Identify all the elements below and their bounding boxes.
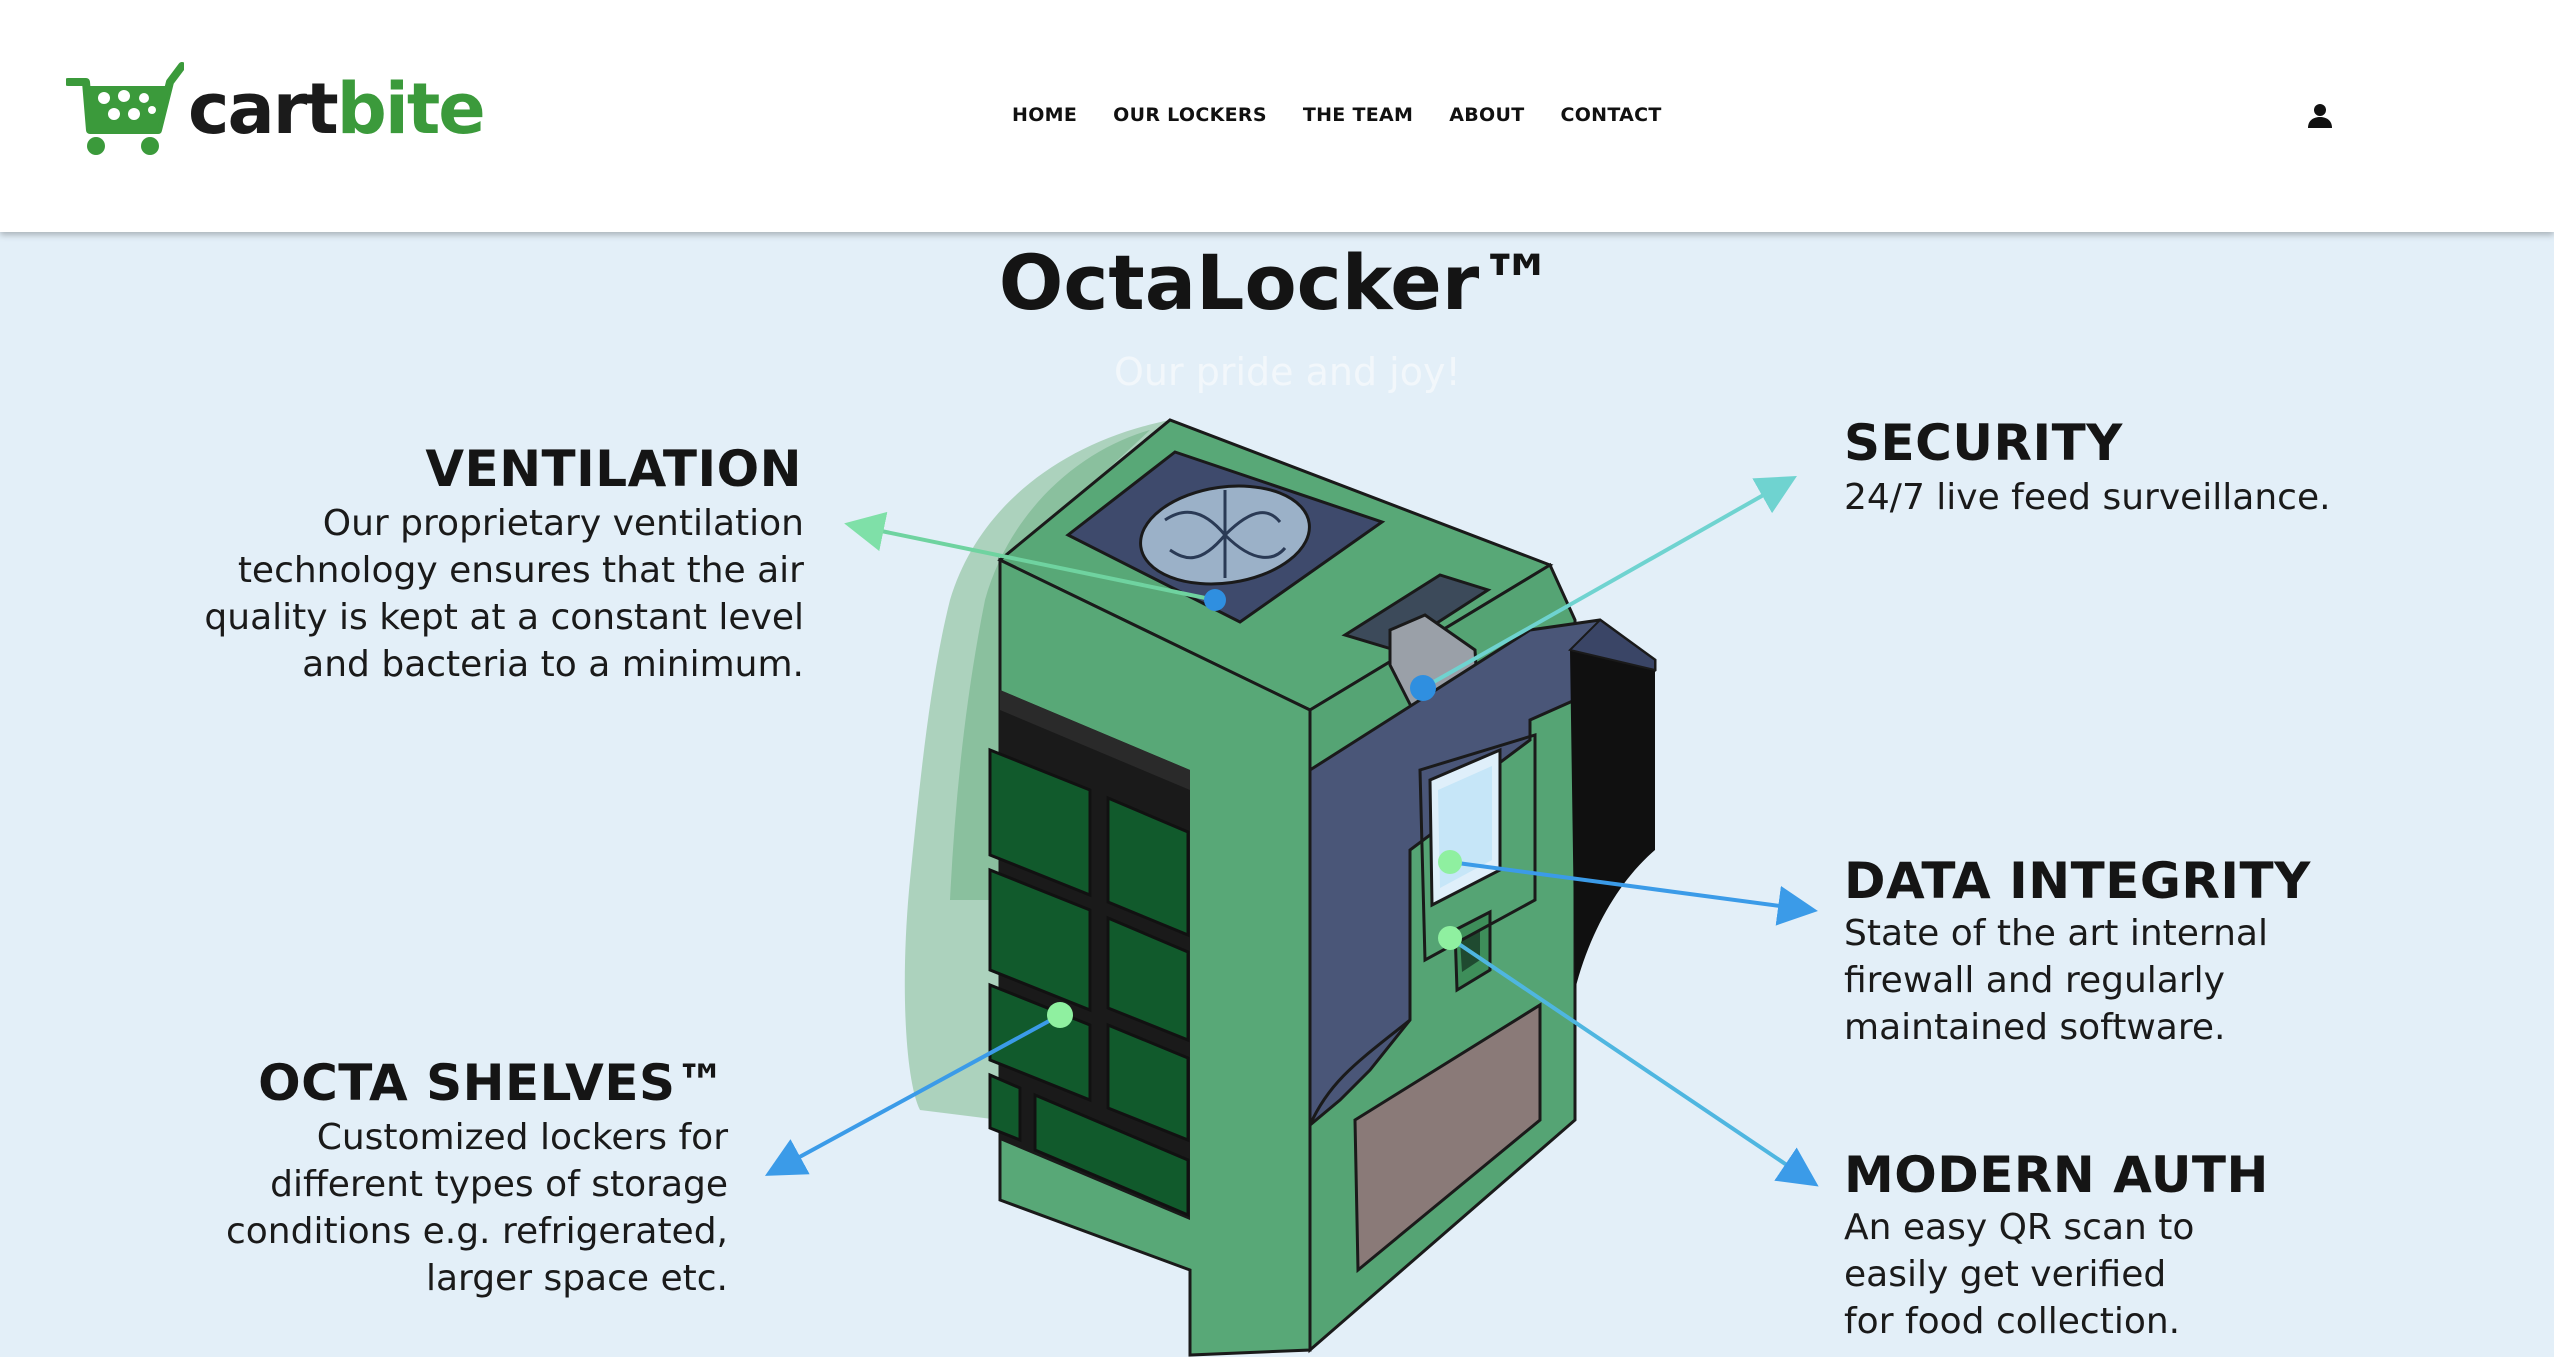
page-title: OctaLocker™ <box>998 238 1556 327</box>
data-integrity-description: State of the art internal firewall and r… <box>1844 913 2268 1048</box>
octa-shelves-heading: OCTA SHELVES™ <box>258 1054 726 1112</box>
page-subtitle: Our pride and joy! <box>1114 350 1461 394</box>
brand-logo[interactable]: cartbite <box>66 60 486 164</box>
callout-dots <box>1047 589 1462 1028</box>
modern-auth-heading: MODERN AUTH <box>1844 1146 2269 1204</box>
octa-shelves-description: Customized lockers for different types o… <box>225 1117 728 1299</box>
ventilation-heading: VENTILATION <box>425 440 802 498</box>
cart-logo-icon <box>66 62 184 155</box>
main-nav: HOME OUR LOCKERS THE TEAM ABOUT CONTACT <box>1012 104 1662 126</box>
modern-auth-description: An easy QR scan to easily get verified f… <box>1844 1207 2195 1342</box>
nav-about[interactable]: ABOUT <box>1449 104 1524 126</box>
nav-home[interactable]: HOME <box>1012 104 1077 126</box>
nav-contact[interactable]: CONTACT <box>1560 104 1661 126</box>
security-heading: SECURITY <box>1844 414 2123 472</box>
locker-body <box>997 418 1657 1357</box>
data-integrity-heading: DATA INTEGRITY <box>1844 852 2311 910</box>
nav-our-lockers[interactable]: OUR LOCKERS <box>1113 104 1267 126</box>
nav-the-team[interactable]: THE TEAM <box>1303 104 1413 126</box>
security-description: 24/7 live feed surveillance. <box>1844 477 2331 518</box>
site-header: cartbite HOME OUR LOCKERS THE TEAM ABOUT… <box>0 0 2554 232</box>
user-account-icon[interactable] <box>2306 101 2334 129</box>
haze-shadow <box>904 420 1170 1120</box>
octa-shelves <box>988 690 1190 1220</box>
brand-name: cartbite <box>188 68 486 150</box>
ventilation-description: Our proprietary ventilation technology e… <box>204 503 804 685</box>
callout-arrows <box>764 476 1819 1187</box>
